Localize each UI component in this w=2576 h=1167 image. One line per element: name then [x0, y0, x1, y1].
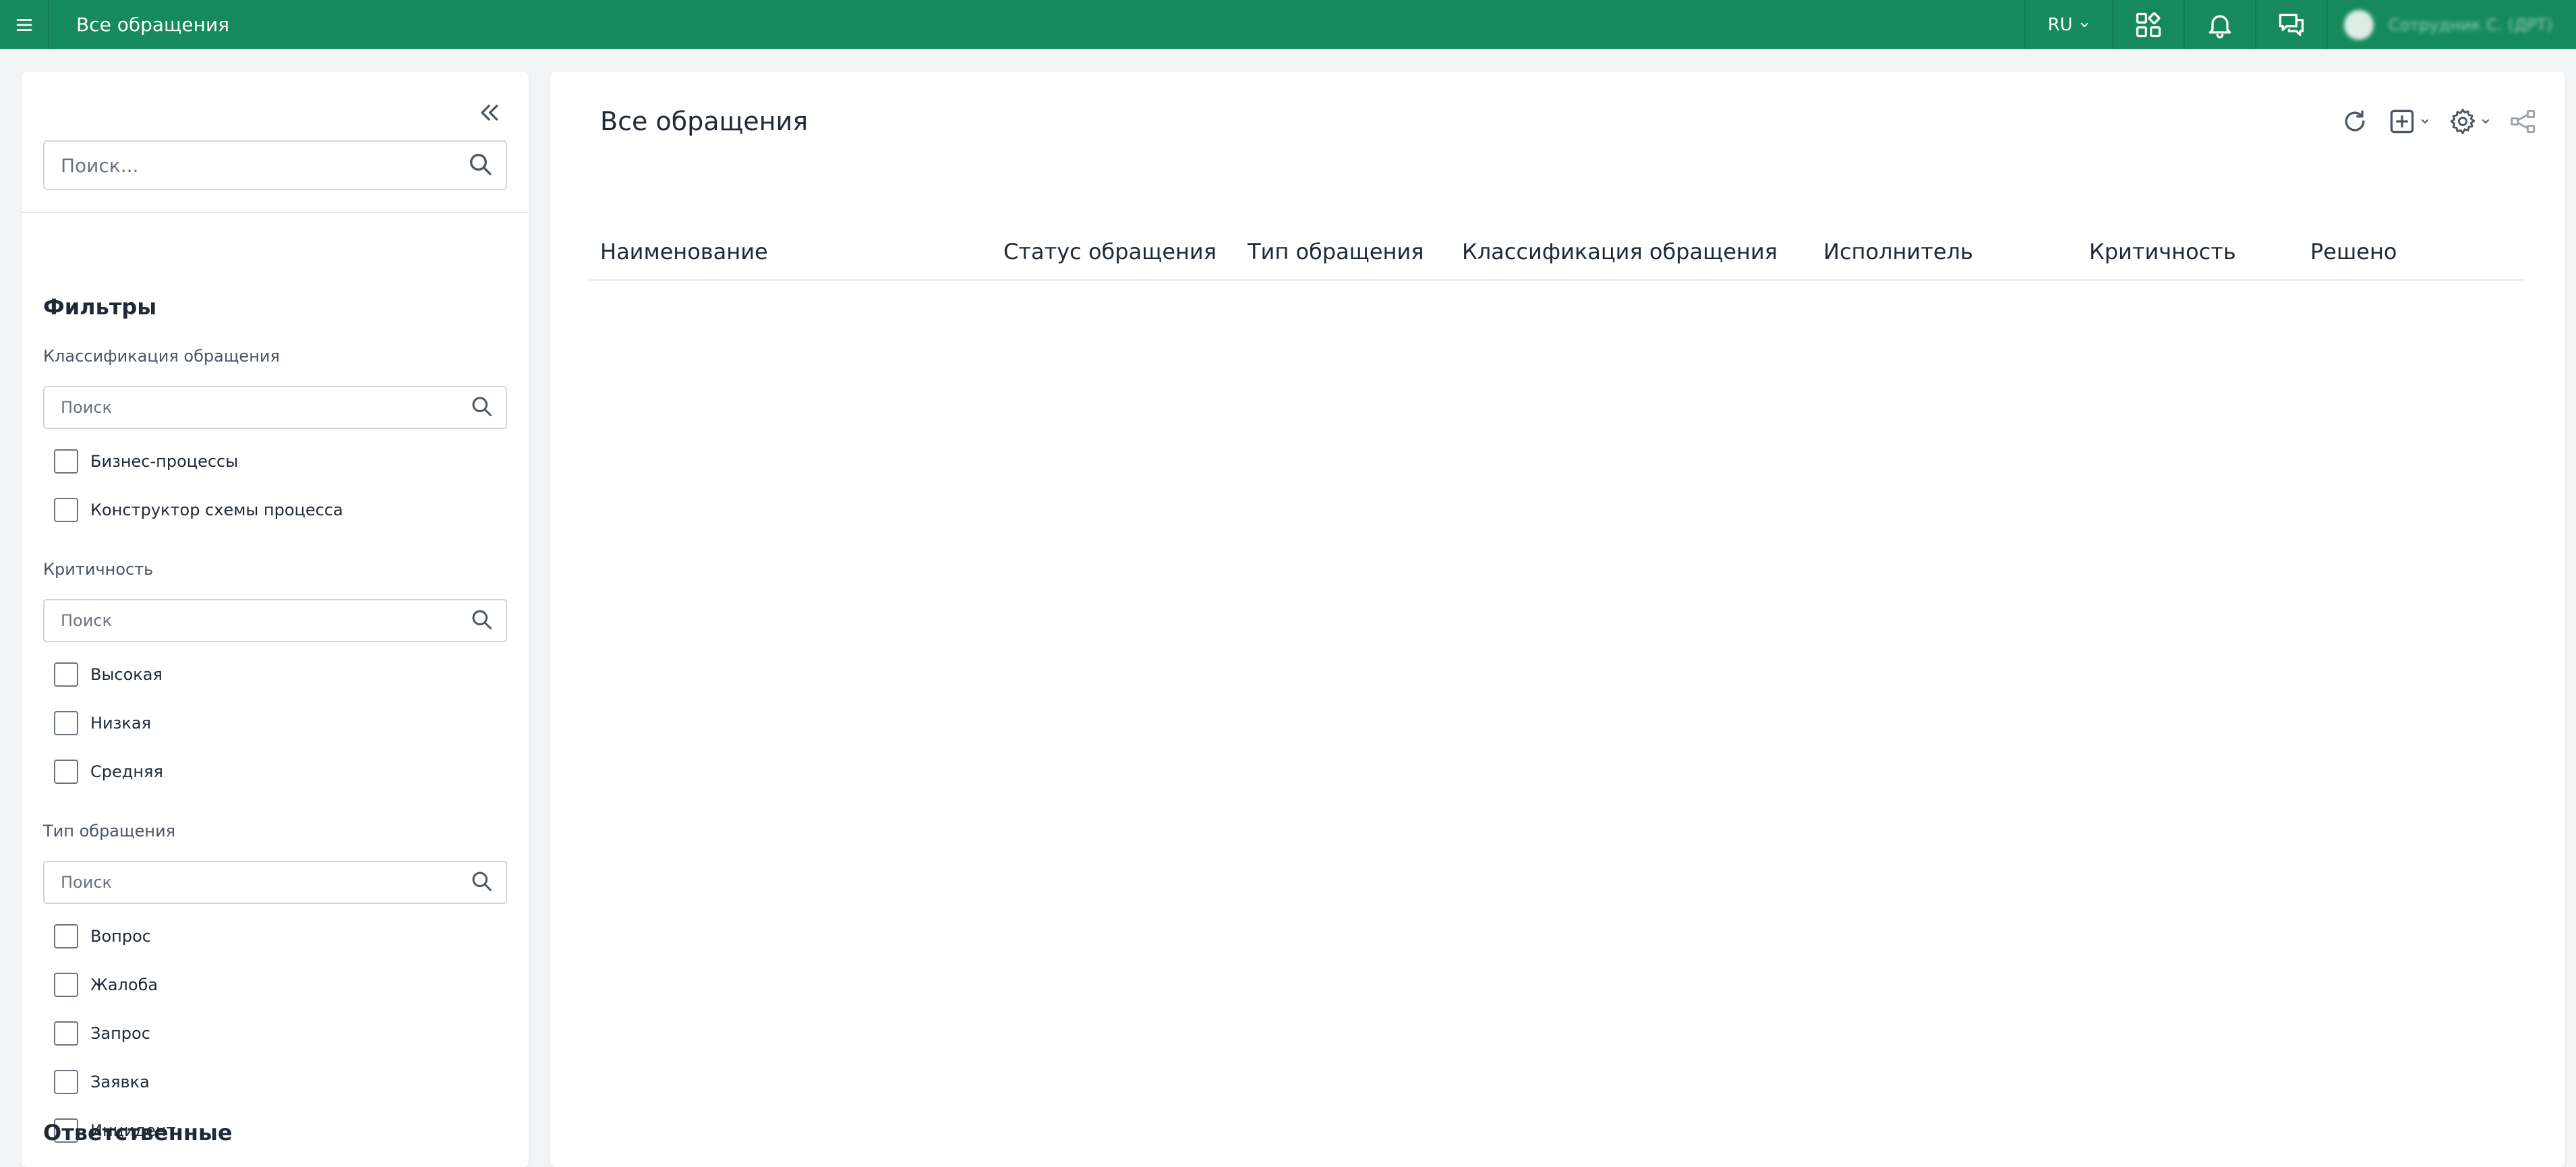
filter-option[interactable]: Бизнес-процессы — [54, 448, 238, 475]
filter-option[interactable]: Заявка — [54, 1069, 150, 1095]
filter-option[interactable]: Средняя — [54, 758, 163, 785]
app-title: Все обращения — [76, 13, 230, 36]
filter-option-label: Низкая — [90, 714, 152, 733]
page-title: Все обращения — [600, 107, 809, 136]
filter-option-label: Бизнес-процессы — [90, 452, 239, 471]
checkbox[interactable] — [54, 498, 78, 522]
top-right-controls: RU Сотрудник С. (ДРТ) — [2024, 0, 2576, 49]
language-selector[interactable]: RU — [2024, 0, 2112, 49]
search-icon[interactable] — [467, 150, 494, 180]
filter-group-search — [43, 386, 507, 429]
filter-option-label: Жалоба — [90, 975, 158, 994]
toolbar — [2340, 107, 2538, 136]
chat-icon — [2279, 13, 2304, 36]
sidebar-search — [43, 140, 507, 190]
filter-option[interactable]: Низкая — [54, 710, 151, 737]
checkbox[interactable] — [54, 973, 78, 997]
main-panel: Все обращения Наименование Статус обраще… — [550, 72, 2565, 1167]
filter-search-input[interactable] — [45, 872, 449, 892]
chevron-down-icon — [2482, 119, 2489, 123]
column-header-type[interactable]: Тип обращения — [1248, 239, 1424, 264]
checkbox[interactable] — [54, 924, 78, 948]
filter-group-label: Классификация обращения — [43, 347, 280, 366]
filter-group-label: Тип обращения — [43, 822, 176, 841]
menu-icon — [16, 18, 32, 31]
filter-option-label: Запрос — [90, 1024, 150, 1043]
checkbox[interactable] — [54, 1070, 78, 1094]
search-icon[interactable] — [469, 869, 494, 896]
user-menu[interactable]: Сотрудник С. (ДРТ) — [2326, 0, 2576, 49]
user-name: Сотрудник С. (ДРТ) — [2389, 15, 2553, 34]
sidebar-search-input[interactable] — [45, 153, 449, 177]
column-header-criticality[interactable]: Критичность — [2089, 239, 2236, 264]
checkbox[interactable] — [54, 711, 78, 735]
filter-option[interactable]: Конструктор схемы процесса — [54, 496, 343, 523]
add-button[interactable] — [2387, 107, 2430, 136]
column-header-name[interactable]: Наименование — [600, 239, 768, 264]
filter-search-input[interactable] — [45, 610, 449, 631]
filters-sidebar: Фильтры Классификация обращения Бизнес-п… — [22, 72, 529, 1167]
sidebar-divider — [22, 212, 529, 213]
search-icon[interactable] — [469, 607, 494, 634]
checkbox[interactable] — [54, 662, 78, 687]
collapse-sidebar-button[interactable] — [475, 98, 503, 127]
checkbox[interactable] — [54, 760, 78, 784]
filter-group-search — [43, 599, 507, 642]
filter-group-label: Критичность — [43, 560, 154, 579]
column-header-status[interactable]: Статус обращения — [1003, 239, 1217, 264]
filter-group-search — [43, 861, 507, 904]
settings-button[interactable] — [2448, 107, 2491, 136]
share-icon — [2511, 109, 2536, 134]
language-label: RU — [2047, 14, 2073, 35]
settings-icon — [2450, 109, 2476, 134]
share-button[interactable] — [2509, 107, 2538, 136]
filter-option[interactable]: Жалоба — [54, 971, 158, 998]
add-icon — [2390, 109, 2414, 134]
apps-icon — [2136, 11, 2161, 37]
column-header-classification[interactable]: Классификация обращения — [1462, 239, 1778, 264]
menu-button[interactable] — [0, 0, 49, 49]
filter-option[interactable]: Высокая — [54, 661, 163, 688]
column-header-executor[interactable]: Исполнитель — [1823, 239, 1973, 264]
filter-option[interactable]: Запрос — [54, 1020, 150, 1047]
checkbox[interactable] — [54, 1021, 78, 1046]
double-chevron-left-icon — [481, 105, 498, 121]
filter-search-input[interactable] — [45, 397, 449, 418]
avatar — [2344, 9, 2374, 40]
messages-button[interactable] — [2255, 0, 2326, 49]
apps-button[interactable] — [2112, 0, 2184, 49]
column-header-resolved[interactable]: Решено — [2310, 239, 2397, 264]
refresh-icon — [2345, 110, 2365, 132]
top-bar: Все обращения RU Сотрудник С. (ДРТ) — [0, 0, 2576, 49]
filter-option-label: Средняя — [90, 762, 163, 781]
responsible-title: Ответственные — [43, 1120, 233, 1145]
checkbox[interactable] — [54, 449, 78, 474]
chevron-down-icon — [2422, 119, 2428, 123]
table-header: Наименование Статус обращения Тип обраще… — [589, 224, 2525, 281]
filter-option[interactable]: Вопрос — [54, 923, 151, 950]
filter-option-label: Конструктор схемы процесса — [90, 501, 343, 519]
filters-title: Фильтры — [43, 294, 157, 320]
bell-icon — [2208, 15, 2231, 38]
notifications-button[interactable] — [2184, 0, 2255, 49]
filter-option-label: Заявка — [90, 1073, 150, 1091]
chevron-down-icon — [2080, 22, 2088, 27]
search-icon[interactable] — [469, 394, 494, 421]
refresh-button[interactable] — [2340, 107, 2370, 136]
filter-option-label: Высокая — [90, 665, 163, 684]
filter-option-label: Вопрос — [90, 927, 151, 946]
